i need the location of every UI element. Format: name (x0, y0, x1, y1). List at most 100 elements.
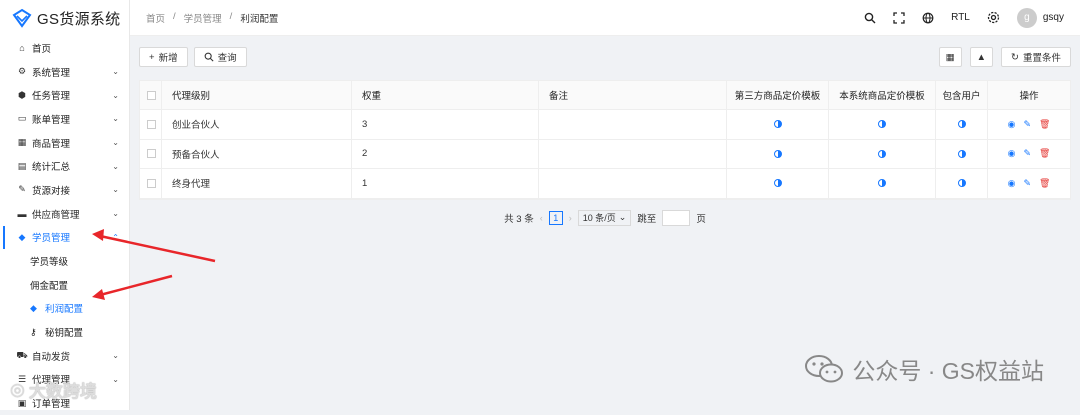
chevron-down-icon: ⌄ (112, 67, 119, 77)
globe-icon[interactable] (922, 12, 934, 24)
table-row: 创业合伙人 3 ◉ ✎ 🗑 (140, 110, 1070, 140)
sidebar-item-system[interactable]: ⚙ 系统管理 ⌄ (0, 60, 129, 84)
chevron-down-icon: ⌄ (112, 161, 119, 171)
app-logo[interactable]: GS货源系统 (0, 0, 129, 36)
jump-page-input[interactable] (662, 209, 691, 226)
sidebar-item-home[interactable]: ⌂ 首页 (0, 36, 129, 60)
search-icon[interactable] (864, 12, 876, 24)
car-icon: ⛟ (16, 349, 28, 360)
system-template-icon[interactable] (878, 120, 886, 129)
watermark-left: ◎ 大数跨境 (10, 379, 97, 402)
fullscreen-icon[interactable] (893, 11, 905, 24)
weight-cell: 2 (352, 139, 539, 168)
sidebar-subitem-student-level[interactable]: 学员等级 (0, 249, 129, 273)
view-icon[interactable]: ◉ (1008, 148, 1016, 159)
toolbar-right: ▦ ▲ ↻ 重置条件 (938, 47, 1071, 67)
page-number[interactable]: 1 (548, 210, 563, 225)
breadcrumb-students[interactable]: 学员管理 (184, 11, 222, 25)
sidebar-item-sourcing[interactable]: ✎ 货源对接 ⌄ (0, 178, 129, 202)
breadcrumb-current: 利润配置 (240, 13, 279, 25)
level-cell: 创业合伙人 (162, 110, 352, 139)
next-page-icon[interactable]: › (569, 213, 572, 223)
column-settings-button[interactable]: ▦ (938, 47, 962, 67)
breadcrumb: 首页 / 学员管理 / 利润配置 (146, 11, 278, 25)
edit-icon[interactable]: ✎ (1023, 148, 1031, 159)
app-title: GS货源系统 (37, 10, 121, 28)
column-header: 第三方商品定价模板 (727, 81, 829, 109)
top-header: 首页 / 学员管理 / 利润配置 RTL g gsqy (130, 0, 1080, 36)
page-unit-label: 页 (696, 213, 706, 225)
system-template-icon[interactable] (878, 179, 886, 188)
column-header: 包含用户 (936, 81, 988, 109)
chevron-down-icon: ⌄ (112, 90, 119, 100)
included-users-icon[interactable] (957, 149, 966, 158)
chevron-down-icon: ⌄ (112, 138, 119, 148)
tag-icon: ◆ (18, 231, 26, 242)
search-icon (204, 52, 214, 62)
watermark-text: 公众号 · GS权益站 (852, 358, 1044, 384)
table-row: 终身代理 1 ◉ ✎ 🗑 (140, 169, 1070, 199)
third-party-template-icon[interactable] (773, 179, 782, 188)
note-cell (539, 139, 727, 168)
weight-cell: 3 (352, 110, 539, 139)
delete-icon[interactable]: 🗑 (1039, 119, 1050, 130)
table-row: 预备合伙人 2 ◉ ✎ 🗑 (140, 139, 1070, 169)
column-header: 代理级别 (162, 81, 352, 109)
row-checkbox[interactable] (147, 149, 156, 159)
prev-page-icon[interactable]: ‹ (540, 213, 543, 223)
table-icon: ▤ (17, 160, 27, 171)
archive-icon: ▬ (17, 208, 27, 219)
rtl-toggle[interactable]: RTL (951, 12, 970, 23)
home-icon: ⌂ (19, 42, 25, 53)
add-button[interactable]: + 新增 (139, 47, 188, 67)
sidebar-item-auto-ship[interactable]: ⛟ 自动发货 ⌄ (0, 344, 129, 368)
select-all-checkbox[interactable] (147, 90, 156, 100)
sidebar-item-products[interactable]: ▦ 商品管理 ⌄ (0, 131, 129, 155)
sidebar-subitem-profit[interactable]: ◆ 利润配置 (0, 297, 129, 321)
view-icon[interactable]: ◉ (1008, 119, 1016, 130)
system-template-icon[interactable] (878, 149, 886, 158)
chevron-down-icon: ⌄ (112, 209, 119, 219)
sidebar-subitem-secret-key[interactable]: ⚷ 秘钥配置 (0, 320, 129, 344)
sidebar-item-suppliers[interactable]: ▬ 供应商管理 ⌄ (0, 202, 129, 226)
gears-icon: ⚙ (17, 66, 27, 77)
third-party-template-icon[interactable] (773, 149, 782, 158)
sidebar-item-tasks[interactable]: ⬢ 任务管理 ⌄ (0, 83, 129, 107)
column-header: 权重 (352, 81, 539, 109)
breadcrumb-home[interactable]: 首页 (146, 11, 165, 25)
collapse-button[interactable]: ▲ (969, 47, 994, 67)
sidebar-item-stats[interactable]: ▤ 统计汇总 ⌄ (0, 154, 129, 178)
column-header: 本系统商品定价模板 (829, 81, 936, 109)
settings-gear-icon[interactable] (987, 11, 1000, 24)
username: gsqy (1042, 12, 1064, 23)
chevron-down-icon: ⌄ (112, 114, 119, 124)
reset-button[interactable]: ↻ 重置条件 (1001, 47, 1071, 67)
chevron-down-icon: ⌄ (112, 185, 119, 195)
cubes-icon: ⬢ (18, 89, 26, 100)
user-menu[interactable]: g gsqy (1016, 7, 1064, 28)
sidebar-item-bills[interactable]: ▭ 账单管理 ⌄ (0, 107, 129, 131)
toolbar: + 新增 查询 ▦ ▲ ↻ 重置条件 (139, 42, 1071, 72)
column-header: 备注 (539, 81, 727, 109)
chevron-down-icon: ⌄ (112, 351, 119, 361)
sidebar-item-students[interactable]: ◆ 学员管理 ⌃ (0, 225, 129, 250)
page-size-select[interactable]: 10 条/页 ⌄ (577, 209, 632, 226)
edit-icon[interactable]: ✎ (1023, 119, 1031, 130)
third-party-template-icon[interactable] (773, 120, 782, 129)
header-actions: RTL g gsqy (864, 7, 1080, 28)
chevron-down-icon: ⌄ (112, 374, 119, 384)
view-icon[interactable]: ◉ (1008, 178, 1016, 189)
column-header: 操作 (1019, 91, 1039, 102)
grid-icon: ▦ (945, 51, 955, 63)
row-checkbox[interactable] (147, 119, 156, 129)
edit-icon[interactable]: ✎ (1023, 178, 1031, 189)
delete-icon[interactable]: 🗑 (1039, 178, 1050, 189)
delete-icon[interactable]: 🗑 (1039, 148, 1050, 159)
weight-cell: 1 (352, 169, 539, 198)
row-checkbox[interactable] (147, 178, 156, 188)
included-users-icon[interactable] (957, 179, 966, 188)
query-button[interactable]: 查询 (193, 47, 247, 67)
sidebar-subitem-commission[interactable]: 佣金配置 (0, 273, 129, 297)
note-cell (539, 169, 727, 198)
included-users-icon[interactable] (957, 120, 966, 129)
